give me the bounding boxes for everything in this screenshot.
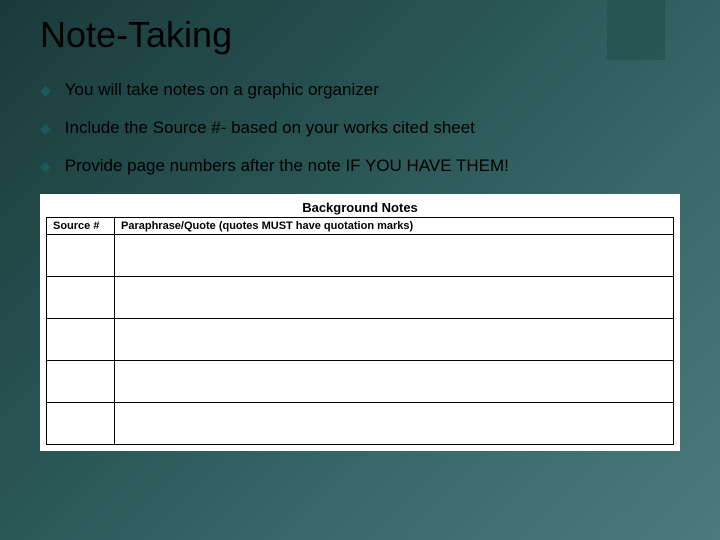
- cell-source: [47, 235, 115, 277]
- table-row: [47, 361, 674, 403]
- cell-paraphrase: [115, 235, 674, 277]
- table-row: [47, 403, 674, 445]
- bullet-icon: ◆: [40, 82, 51, 99]
- accent-bar: [607, 0, 665, 60]
- cell-paraphrase: [115, 361, 674, 403]
- notes-table-container: Background Notes Source # Paraphrase/Quo…: [40, 194, 680, 451]
- bullet-list: ◆ You will take notes on a graphic organ…: [40, 80, 680, 176]
- cell-paraphrase: [115, 319, 674, 361]
- bullet-text: You will take notes on a graphic organiz…: [65, 80, 379, 100]
- slide-title: Note-Taking: [40, 14, 680, 56]
- bullet-text: Include the Source #- based on your work…: [65, 118, 475, 138]
- bullet-text: Provide page numbers after the note IF Y…: [65, 156, 509, 176]
- bullet-icon: ◆: [40, 158, 51, 175]
- list-item: ◆ You will take notes on a graphic organ…: [40, 80, 680, 100]
- table-row: [47, 277, 674, 319]
- table-row: [47, 235, 674, 277]
- slide-content: Note-Taking ◆ You will take notes on a g…: [0, 0, 720, 471]
- cell-source: [47, 361, 115, 403]
- cell-source: [47, 403, 115, 445]
- cell-paraphrase: [115, 403, 674, 445]
- header-source: Source #: [47, 218, 115, 235]
- cell-paraphrase: [115, 277, 674, 319]
- bullet-icon: ◆: [40, 120, 51, 137]
- header-paraphrase: Paraphrase/Quote (quotes MUST have quota…: [115, 218, 674, 235]
- cell-source: [47, 277, 115, 319]
- cell-source: [47, 319, 115, 361]
- list-item: ◆ Provide page numbers after the note IF…: [40, 156, 680, 176]
- table-title: Background Notes: [46, 200, 674, 215]
- table-header-row: Source # Paraphrase/Quote (quotes MUST h…: [47, 218, 674, 235]
- table-row: [47, 319, 674, 361]
- table-body: [47, 235, 674, 445]
- notes-table: Source # Paraphrase/Quote (quotes MUST h…: [46, 217, 674, 445]
- list-item: ◆ Include the Source #- based on your wo…: [40, 118, 680, 138]
